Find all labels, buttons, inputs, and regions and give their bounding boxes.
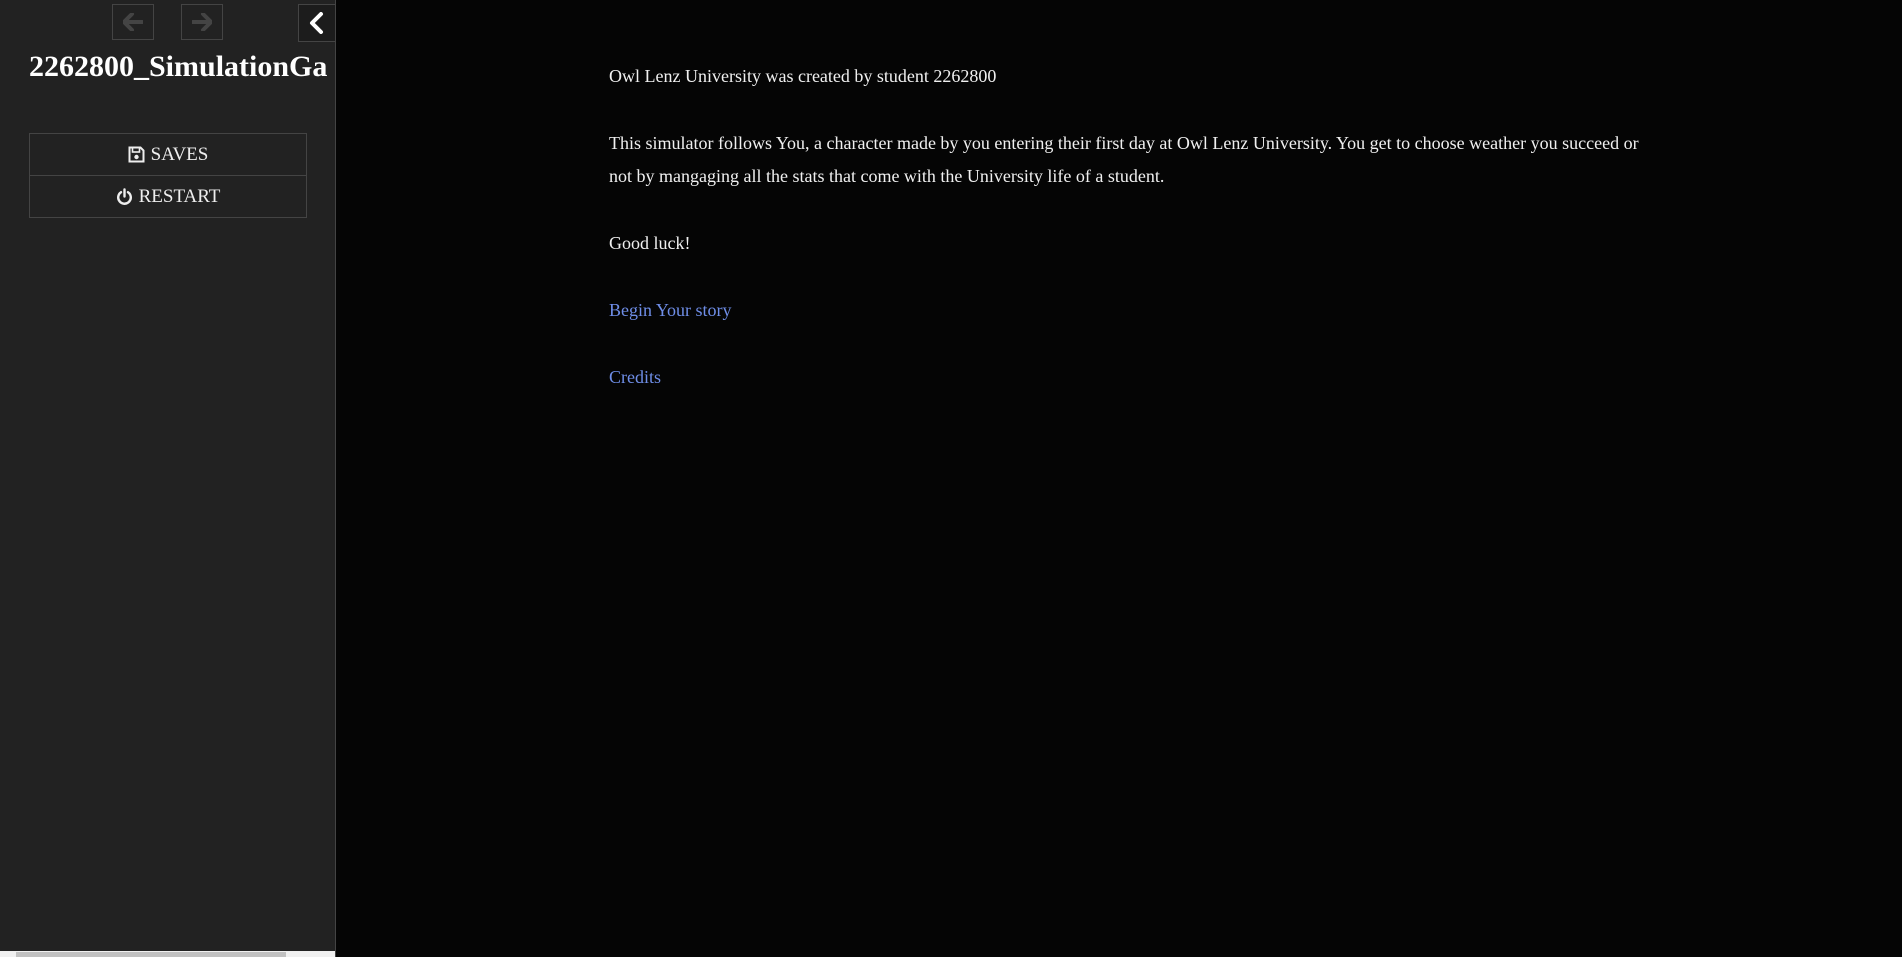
sidebar: 2262800_SimulationGa SAVES RESTART	[0, 0, 336, 957]
intro-text: Owl Lenz University was created by stude…	[609, 66, 997, 86]
sidebar-toggle-button[interactable]	[298, 4, 335, 42]
arrow-left-icon	[123, 13, 143, 31]
chevron-left-icon	[310, 12, 323, 34]
restart-label: RESTART	[138, 185, 221, 207]
story-title: 2262800_SimulationGa	[29, 50, 328, 83]
closing-text: Good luck!	[609, 233, 691, 253]
history-forward-button[interactable]	[181, 4, 223, 40]
restart-button[interactable]: RESTART	[30, 175, 306, 217]
story-menu: SAVES RESTART	[29, 133, 307, 218]
power-icon	[116, 187, 132, 205]
passage-content: Owl Lenz University was created by stude…	[609, 60, 1649, 428]
credits-link[interactable]: Credits	[609, 367, 661, 387]
begin-story-link[interactable]: Begin Your story	[609, 300, 732, 320]
horizontal-scrollbar[interactable]	[0, 951, 335, 957]
save-icon	[128, 146, 145, 163]
saves-button[interactable]: SAVES	[30, 134, 306, 175]
arrow-right-icon	[192, 13, 212, 31]
scrollbar-thumb[interactable]	[16, 952, 286, 957]
description-text: This simulator follows You, a character …	[609, 133, 1639, 186]
saves-label: SAVES	[150, 143, 209, 165]
history-back-button[interactable]	[112, 4, 154, 40]
